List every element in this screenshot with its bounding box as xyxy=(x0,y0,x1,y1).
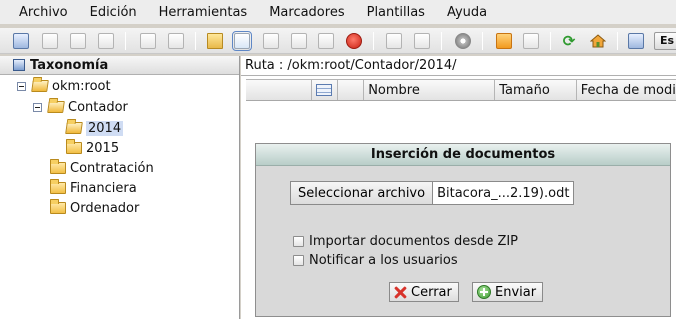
folder-icon xyxy=(50,179,66,194)
taxonomy-panel: Taxonomía okm:root Contador 2014 2015 Co… xyxy=(0,56,240,319)
column-header-date[interactable]: Fecha de modificación xyxy=(577,80,676,100)
copy-icon[interactable] xyxy=(291,33,307,49)
toolbar-separator xyxy=(617,32,618,50)
checkin-icon[interactable] xyxy=(414,33,430,49)
column-header-size[interactable]: Tamaño xyxy=(495,80,577,100)
taxonomy-header: Taxonomía xyxy=(0,56,239,75)
folder-open-icon xyxy=(31,80,49,92)
dialog-title: Inserción de documentos xyxy=(256,144,670,166)
download-icon[interactable] xyxy=(496,33,512,49)
image-icon[interactable] xyxy=(263,33,279,49)
menu-bar: Archivo Edición Herramientas Marcadores … xyxy=(0,0,676,24)
close-button[interactable]: Cerrar xyxy=(389,282,459,302)
column-header-name[interactable]: Nombre xyxy=(364,80,496,100)
tree-label: Contador xyxy=(68,99,128,115)
document-icon[interactable] xyxy=(42,33,58,49)
notify-users-label: Notificar a los usuarios xyxy=(309,253,458,268)
stop-icon[interactable] xyxy=(346,33,362,49)
toolbar-separator xyxy=(125,32,126,50)
column-header[interactable] xyxy=(338,80,365,100)
toolbar-separator xyxy=(195,32,196,50)
tree-item-contador[interactable]: Contador xyxy=(33,98,128,116)
language-selector[interactable]: Es xyxy=(654,32,676,50)
menu-plantillas[interactable]: Plantillas xyxy=(356,5,436,20)
list-icon xyxy=(316,84,333,96)
folder-open-icon xyxy=(47,101,65,113)
import-zip-option[interactable]: Importar documentos desde ZIP xyxy=(293,234,518,249)
column-header[interactable] xyxy=(246,80,312,100)
toolbar-separator xyxy=(550,32,551,50)
unlock-icon[interactable] xyxy=(168,33,184,49)
menu-herramientas[interactable]: Herramientas xyxy=(148,5,259,20)
file-grid-header: Nombre Tamaño Fecha de modificación xyxy=(246,79,676,101)
add-document-icon[interactable] xyxy=(232,31,252,51)
menu-edicion[interactable]: Edición xyxy=(79,5,148,20)
tree-label: Financiera xyxy=(70,180,137,196)
notify-users-checkbox[interactable] xyxy=(293,255,304,266)
menu-archivo[interactable]: Archivo xyxy=(8,5,79,20)
tree-item-2015[interactable]: 2015 xyxy=(66,139,119,157)
document-edit-icon[interactable] xyxy=(70,33,86,49)
refresh-icon[interactable]: ⟳ xyxy=(561,33,577,49)
notify-users-option[interactable]: Notificar a los usuarios xyxy=(293,253,458,268)
toolbar-separator xyxy=(482,32,483,50)
tree-item-ordenador[interactable]: Ordenador xyxy=(50,199,139,217)
toolbar-separator xyxy=(441,32,442,50)
tree-label: 2014 xyxy=(86,120,124,136)
add-icon xyxy=(477,285,491,299)
tree-label: Contratación xyxy=(70,160,154,176)
tree-item-2014[interactable]: 2014 xyxy=(65,119,124,137)
upload-dialog: Inserción de documentos Seleccionar arch… xyxy=(255,143,671,317)
tree-label: okm:root xyxy=(52,78,111,94)
taxonomy-icon xyxy=(13,59,25,71)
gear-icon[interactable] xyxy=(455,33,471,49)
path-bar: Ruta : /okm:root/Contador/2014/ xyxy=(241,56,676,76)
choose-file-button[interactable]: Seleccionar archivo xyxy=(290,181,433,205)
column-header-type[interactable] xyxy=(312,80,339,100)
toolbar-separator xyxy=(373,32,374,50)
file-chooser: Seleccionar archivo Bitacora_...2.19).od… xyxy=(290,181,575,205)
taxonomy-title: Taxonomía xyxy=(30,57,109,73)
folder-icon xyxy=(66,139,82,154)
folder-icon xyxy=(50,199,66,214)
menu-marcadores[interactable]: Marcadores xyxy=(258,5,355,20)
collapse-icon[interactable] xyxy=(33,102,42,112)
copy-icon-2[interactable] xyxy=(318,33,334,49)
tree-label: 2015 xyxy=(86,140,120,156)
tree-item-financiera[interactable]: Financiera xyxy=(50,179,137,197)
send-button[interactable]: Enviar xyxy=(472,282,544,302)
print-icon[interactable] xyxy=(98,33,114,49)
export-icon[interactable] xyxy=(628,33,644,49)
collapse-icon[interactable] xyxy=(17,81,26,91)
selected-file-name: Bitacora_...2.19).odt xyxy=(432,181,575,205)
upload-icon[interactable] xyxy=(523,33,539,49)
add-folder-icon[interactable] xyxy=(207,33,223,49)
tree-item-root[interactable]: okm:root xyxy=(17,77,111,95)
close-icon xyxy=(394,286,407,299)
checkout-icon[interactable] xyxy=(386,33,402,49)
folder-open-icon xyxy=(65,122,83,134)
lock-icon[interactable] xyxy=(140,33,156,49)
tree-item-contratacion[interactable]: Contratación xyxy=(50,159,154,177)
close-label: Cerrar xyxy=(411,284,452,300)
import-zip-label: Importar documentos desde ZIP xyxy=(309,234,519,249)
send-label: Enviar xyxy=(495,284,537,300)
toolbar: ⟳ Es xyxy=(0,28,676,54)
tree-label: Ordenador xyxy=(70,200,140,216)
home-icon[interactable] xyxy=(589,33,607,49)
folder-icon xyxy=(50,159,66,174)
menu-ayuda[interactable]: Ayuda xyxy=(436,5,498,20)
find-icon[interactable] xyxy=(13,33,29,49)
import-zip-checkbox[interactable] xyxy=(293,236,304,247)
